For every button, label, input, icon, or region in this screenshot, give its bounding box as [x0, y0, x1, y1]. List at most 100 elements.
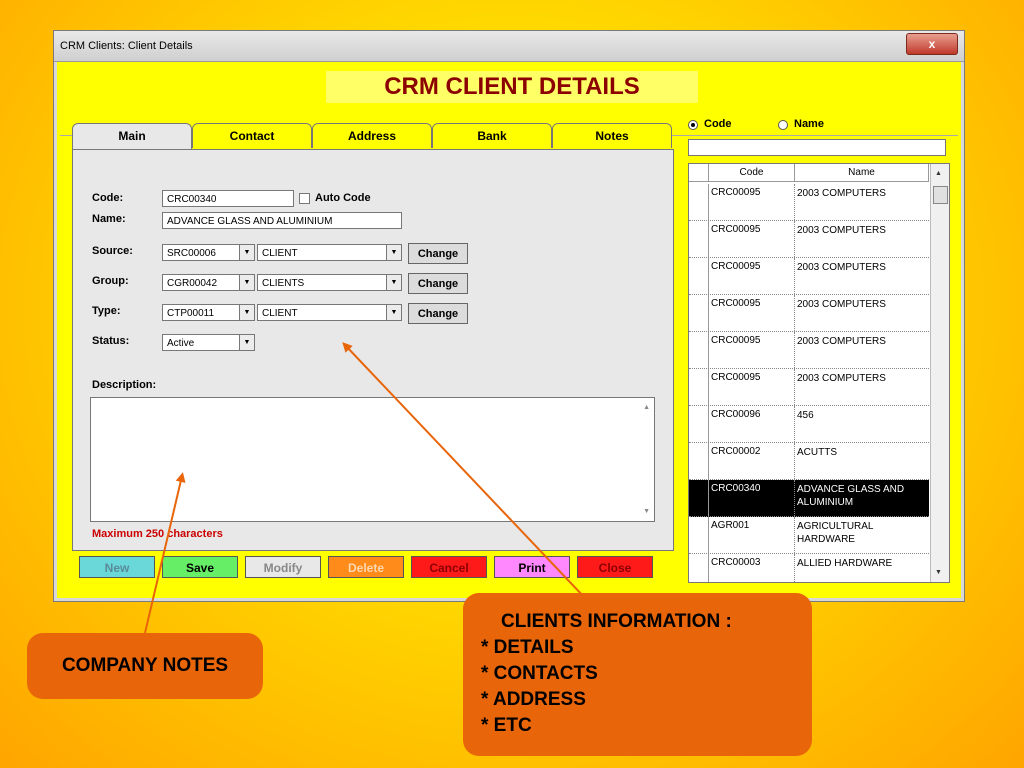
table-row[interactable]: CRC00003 ALLIED HARDWARE	[689, 554, 929, 582]
source-change-button[interactable]: Change	[408, 243, 468, 264]
scrollbar-thumb[interactable]	[933, 186, 948, 204]
type-change-button[interactable]: Change	[408, 303, 468, 324]
scroll-down-icon[interactable]: ▼	[935, 569, 942, 576]
name-field[interactable]: ADVANCE GLASS AND ALUMINIUM	[162, 212, 402, 229]
window-titlebar[interactable]: CRM Clients: Client Details x	[54, 31, 964, 62]
tab-main[interactable]: Main	[72, 123, 192, 150]
search-input[interactable]	[688, 139, 946, 156]
page-title: CRM CLIENT DETAILS	[326, 71, 698, 103]
row-selector[interactable]	[689, 221, 709, 257]
row-selector[interactable]	[689, 554, 709, 582]
status-dropdown[interactable]: ▼	[239, 334, 255, 351]
tab-bank[interactable]: Bank	[432, 123, 552, 148]
type-name-dropdown[interactable]: ▼	[386, 304, 402, 321]
row-name: ADVANCE GLASS AND ALUMINIUM	[797, 484, 905, 508]
window-title: CRM Clients: Client Details	[60, 40, 193, 52]
scroll-up-icon[interactable]: ▲	[643, 404, 650, 411]
column-divider	[794, 406, 796, 442]
grid-header-name[interactable]: Name	[795, 164, 929, 182]
chevron-down-icon: ▼	[243, 249, 251, 256]
table-row[interactable]: AGR001 AGRICULTURAL HARDWARE	[689, 517, 929, 554]
tab-bar: Main Contact Address Bank Notes	[72, 123, 672, 150]
grid-header: Code Name	[689, 164, 929, 182]
row-code: CRC00095	[711, 372, 761, 383]
row-selector[interactable]	[689, 295, 709, 331]
search-mode-radios: Code Name	[686, 117, 864, 135]
row-name: ACUTTS	[797, 447, 837, 458]
row-selector[interactable]	[689, 443, 709, 479]
close-button[interactable]: Close	[577, 556, 653, 578]
group-code-dropdown[interactable]: ▼	[239, 274, 255, 291]
row-selector[interactable]	[689, 369, 709, 405]
group-code-field[interactable]: CGR00042	[162, 274, 240, 291]
description-textarea[interactable]: ▲ ▼	[90, 397, 655, 522]
table-row[interactable]: CRC00095 2003 COMPUTERS	[689, 221, 929, 258]
grid-header-selector	[689, 164, 709, 182]
row-selector[interactable]	[689, 517, 709, 553]
table-row[interactable]: CRC00096 456	[689, 406, 929, 443]
table-row[interactable]: CRC00095 2003 COMPUTERS	[689, 369, 929, 406]
chevron-down-icon: ▼	[390, 279, 398, 286]
cancel-button[interactable]: Cancel	[411, 556, 487, 578]
column-divider	[794, 554, 796, 582]
callout-title: CLIENTS INFORMATION :	[501, 611, 732, 632]
type-code-dropdown[interactable]: ▼	[239, 304, 255, 321]
row-code: CRC00096	[711, 409, 761, 420]
chevron-down-icon: ▼	[390, 249, 398, 256]
scroll-down-icon[interactable]: ▼	[643, 508, 650, 515]
status-field[interactable]: Active	[162, 334, 240, 351]
row-name: 2003 COMPUTERS	[797, 336, 886, 347]
table-row[interactable]: CRC00095 2003 COMPUTERS	[689, 258, 929, 295]
row-selector[interactable]	[689, 258, 709, 294]
row-code: CRC00095	[711, 335, 761, 346]
row-code: CRC00095	[711, 298, 761, 309]
description-max-note: Maximum 250 characters	[92, 528, 223, 540]
row-selector[interactable]	[689, 480, 709, 516]
table-row[interactable]: CRC00095 2003 COMPUTERS	[689, 295, 929, 332]
table-row[interactable]: CRC00340 ADVANCE GLASS AND ALUMINIUM	[689, 480, 929, 517]
modify-button[interactable]: Modify	[245, 556, 321, 578]
column-divider	[794, 332, 796, 368]
row-selector[interactable]	[689, 184, 709, 220]
radio-code[interactable]	[688, 120, 698, 130]
table-row[interactable]: CRC00095 2003 COMPUTERS	[689, 184, 929, 221]
source-code-field[interactable]: SRC00006	[162, 244, 240, 261]
chevron-down-icon: ▼	[390, 309, 398, 316]
row-code: CRC00340	[711, 483, 761, 494]
group-name-dropdown[interactable]: ▼	[386, 274, 402, 291]
delete-button[interactable]: Delete	[328, 556, 404, 578]
code-label: Code:	[92, 192, 124, 204]
scroll-up-icon[interactable]: ▲	[935, 170, 942, 177]
type-code-field[interactable]: CTP00011	[162, 304, 240, 321]
column-divider	[794, 369, 796, 405]
type-name-field[interactable]: CLIENT	[257, 304, 387, 321]
source-name-dropdown[interactable]: ▼	[386, 244, 402, 261]
group-name-field[interactable]: CLIENTS	[257, 274, 387, 291]
tab-contact[interactable]: Contact	[192, 123, 312, 148]
table-row[interactable]: CRC00095 2003 COMPUTERS	[689, 332, 929, 369]
row-code: AGR001	[711, 520, 750, 531]
tab-notes[interactable]: Notes	[552, 123, 672, 148]
table-row[interactable]: CRC00002 ACUTTS	[689, 443, 929, 480]
column-divider	[794, 480, 796, 516]
source-name-field[interactable]: CLIENT	[257, 244, 387, 261]
grid-scrollbar[interactable]: ▲ ▼	[930, 164, 949, 582]
row-code: CRC00002	[711, 446, 761, 457]
group-change-button[interactable]: Change	[408, 273, 468, 294]
print-button[interactable]: Print	[494, 556, 570, 578]
source-code-dropdown[interactable]: ▼	[239, 244, 255, 261]
window-close-button[interactable]: x	[906, 33, 958, 55]
row-name: AGRICULTURAL HARDWARE	[797, 521, 874, 545]
auto-code-checkbox[interactable]	[299, 193, 310, 204]
new-button[interactable]: New	[79, 556, 155, 578]
tab-address[interactable]: Address	[312, 123, 432, 148]
code-field[interactable]: CRC00340	[162, 190, 294, 207]
radio-name[interactable]	[778, 120, 788, 130]
row-name: ALLIED HARDWARE	[797, 558, 893, 569]
row-selector[interactable]	[689, 406, 709, 442]
grid-header-code[interactable]: Code	[709, 164, 795, 182]
row-name: 2003 COMPUTERS	[797, 188, 886, 199]
group-label: Group:	[92, 275, 129, 287]
row-selector[interactable]	[689, 332, 709, 368]
save-button[interactable]: Save	[162, 556, 238, 578]
